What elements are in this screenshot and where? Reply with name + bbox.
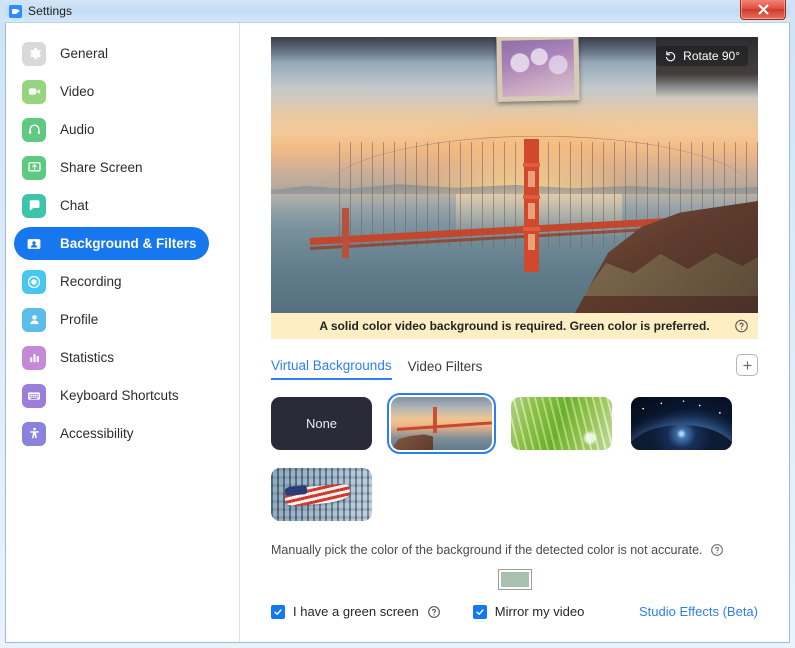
preview-bridge-main-tower <box>523 139 541 272</box>
plus-icon <box>742 360 752 370</box>
mirror-video-label: Mirror my video <box>494 604 585 619</box>
preview-picture-frame <box>496 37 581 102</box>
sidebar-item-label: Audio <box>60 122 95 137</box>
chat-bubble-icon <box>22 193 46 218</box>
background-color-swatch[interactable] <box>497 569 532 590</box>
tab-video-filters[interactable]: Video Filters <box>408 359 483 379</box>
sidebar-item-profile[interactable]: Profile <box>14 303 209 336</box>
notice-text: A solid color video background is requir… <box>319 319 710 333</box>
camera-icon <box>22 79 46 104</box>
manual-pick-text: Manually pick the color of the backgroun… <box>271 543 703 557</box>
background-tabs: Virtual Backgrounds Video Filters <box>271 354 758 382</box>
add-background-button[interactable] <box>736 354 758 376</box>
window-title: Settings <box>28 4 73 18</box>
background-thumb-american-flag[interactable] <box>271 468 372 521</box>
swatch-color-fill <box>500 572 529 587</box>
sidebar-item-label: Keyboard Shortcuts <box>60 388 179 403</box>
bottom-controls: I have a green screen Mirror my video St… <box>271 604 758 619</box>
title-bar: Settings <box>5 0 790 22</box>
mirror-video-checkbox[interactable]: Mirror my video <box>472 604 585 619</box>
keyboard-icon <box>22 383 46 408</box>
studio-effects-link[interactable]: Studio Effects (Beta) <box>639 604 758 619</box>
background-thumb-grass[interactable] <box>511 397 612 450</box>
person-card-icon <box>22 232 46 256</box>
sidebar-item-video[interactable]: Video <box>14 75 209 108</box>
sidebar-item-background-filters[interactable]: Background & Filters <box>14 227 209 260</box>
background-thumb-earth-space[interactable] <box>631 397 732 450</box>
zoom-logo-icon <box>9 4 22 18</box>
question-circle-icon[interactable] <box>427 605 441 619</box>
background-thumb-golden-gate[interactable] <box>387 393 496 454</box>
gear-icon <box>22 41 46 66</box>
rotate-ccw-icon <box>666 50 676 61</box>
sidebar-item-label: Profile <box>60 312 99 327</box>
preview-image <box>271 37 758 313</box>
person-icon <box>22 307 46 332</box>
sidebar-item-label: Chat <box>60 198 89 213</box>
settings-window: Settings General Video Audio Share Scree… <box>0 0 795 648</box>
sidebar-item-label: Recording <box>60 274 122 289</box>
settings-sidebar: General Video Audio Share Screen Chat Ba… <box>6 23 240 642</box>
green-screen-notice: A solid color video background is requir… <box>271 313 758 339</box>
sidebar-item-label: Statistics <box>60 350 115 365</box>
preview-bridge-far-tower <box>341 208 349 258</box>
sidebar-item-label: Background & Filters <box>60 236 197 251</box>
rotate-90-button[interactable]: Rotate 90° <box>656 46 748 66</box>
question-circle-icon[interactable] <box>710 543 724 557</box>
main-panel: Rotate 90° A solid color video backgroun… <box>240 23 789 642</box>
background-thumb-label: None <box>305 416 338 431</box>
checkbox-checked-icon <box>472 604 487 619</box>
rotate-90-label: Rotate 90° <box>683 49 740 63</box>
sidebar-item-label: Share Screen <box>60 160 143 175</box>
share-screen-icon <box>22 155 46 180</box>
tab-virtual-backgrounds[interactable]: Virtual Backgrounds <box>271 358 392 380</box>
sidebar-item-statistics[interactable]: Statistics <box>14 341 209 374</box>
bar-chart-icon <box>22 345 46 370</box>
sidebar-item-label: General <box>60 46 109 61</box>
sidebar-item-share-screen[interactable]: Share Screen <box>14 151 209 184</box>
video-preview: Rotate 90° <box>271 37 758 313</box>
accessibility-icon <box>22 421 46 446</box>
sidebar-item-keyboard-shortcuts[interactable]: Keyboard Shortcuts <box>14 379 209 412</box>
sidebar-item-label: Video <box>60 84 95 99</box>
background-thumb-none[interactable]: None <box>271 397 372 450</box>
sidebar-item-recording[interactable]: Recording <box>14 265 209 298</box>
color-swatch-row <box>271 569 758 590</box>
close-icon <box>758 4 768 14</box>
close-button[interactable] <box>740 0 786 20</box>
sidebar-item-general[interactable]: General <box>14 37 209 70</box>
client-area: General Video Audio Share Screen Chat Ba… <box>5 22 790 643</box>
checkbox-checked-icon <box>271 604 285 619</box>
record-circle-icon <box>22 269 46 294</box>
sidebar-item-chat[interactable]: Chat <box>14 189 209 222</box>
background-thumbnail-grid: None <box>271 393 758 521</box>
sidebar-item-label: Accessibility <box>60 426 134 441</box>
green-screen-label: I have a green screen <box>293 604 419 619</box>
question-circle-icon[interactable] <box>734 319 749 334</box>
sidebar-item-audio[interactable]: Audio <box>14 113 209 146</box>
green-screen-checkbox[interactable]: I have a green screen <box>271 604 419 619</box>
manual-color-pick-row: Manually pick the color of the backgroun… <box>271 543 758 557</box>
headphones-icon <box>22 117 46 142</box>
sidebar-item-accessibility[interactable]: Accessibility <box>14 417 209 450</box>
